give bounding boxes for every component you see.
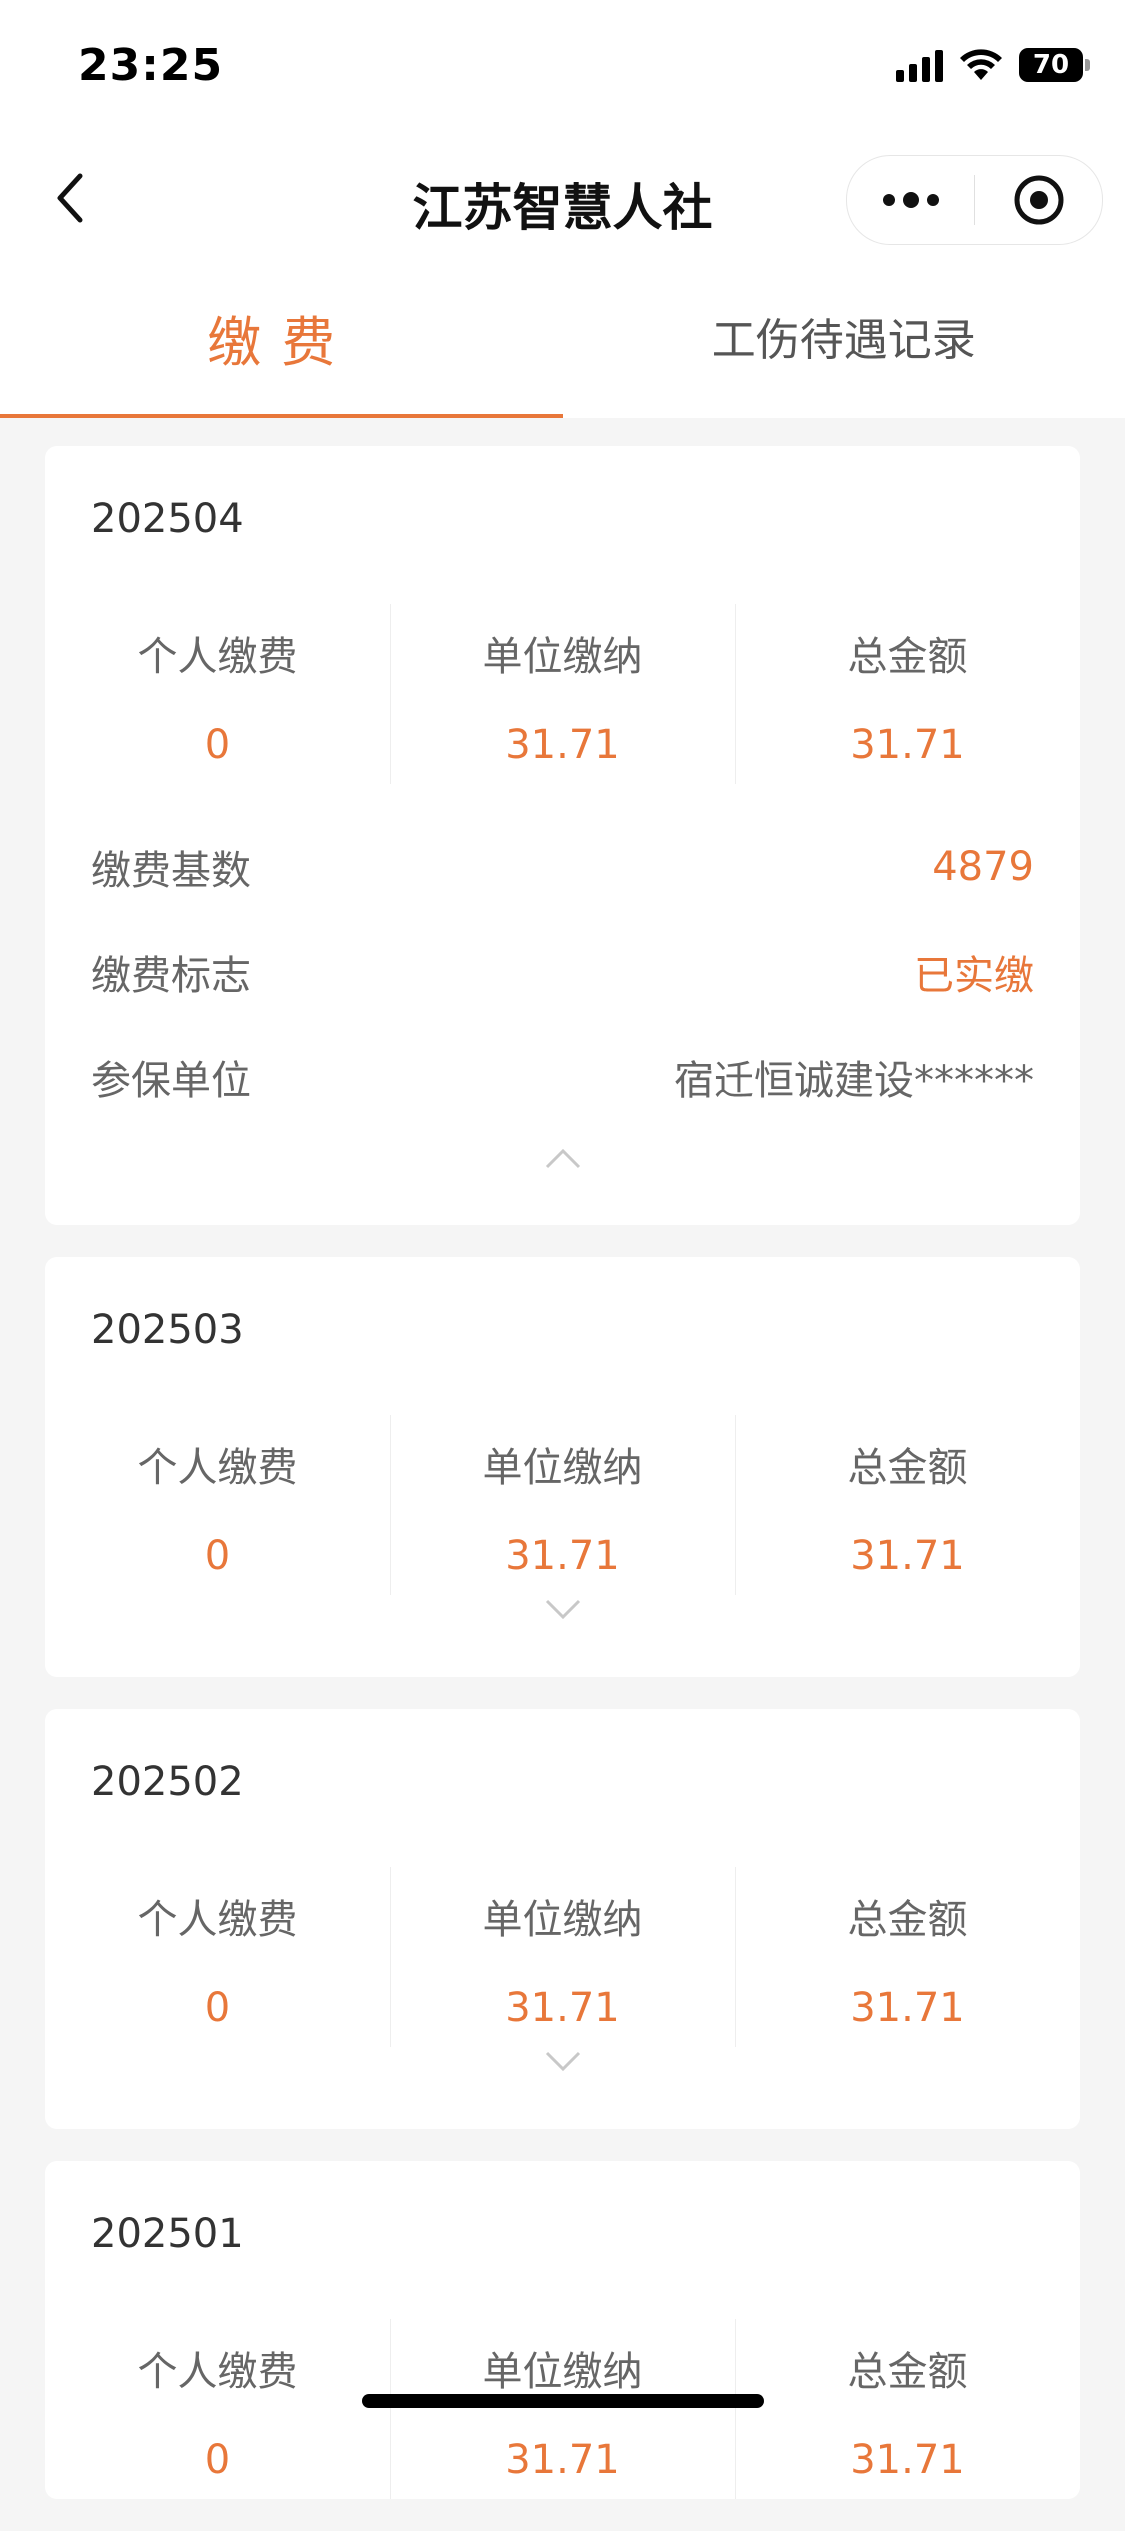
payment-record-list: 202504 个人缴费 0 单位缴纳 31.71 总金额 31.71 缴费基数 … xyxy=(0,446,1125,2531)
battery-icon: 70 xyxy=(1019,48,1083,82)
target-circle-icon xyxy=(1012,173,1066,227)
wifi-icon xyxy=(959,48,1003,82)
stat-value: 0 xyxy=(45,1533,390,1579)
payment-record-card: 202502 个人缴费 0 单位缴纳 31.71 总金额 31.71 xyxy=(45,1709,1080,2129)
home-indicator xyxy=(362,2394,764,2408)
detail-label: 参保单位 xyxy=(91,1048,251,1106)
battery-level: 70 xyxy=(1033,50,1069,80)
stat-label: 单位缴纳 xyxy=(390,1867,735,1945)
stat-label: 总金额 xyxy=(735,1415,1080,1493)
stat-label: 个人缴费 xyxy=(45,1867,390,1945)
record-period: 202503 xyxy=(45,1257,1080,1367)
stat-total: 总金额 31.71 xyxy=(735,2319,1080,2499)
stat-value: 31.71 xyxy=(390,1985,735,2031)
stat-value: 0 xyxy=(45,2437,390,2483)
stat-value: 31.71 xyxy=(390,1533,735,1579)
stat-value: 31.71 xyxy=(735,1533,1080,1579)
stat-value: 31.71 xyxy=(390,2437,735,2483)
stat-label: 总金额 xyxy=(735,2319,1080,2397)
stat-value: 0 xyxy=(45,722,390,768)
record-period: 202504 xyxy=(45,446,1080,556)
stat-label: 总金额 xyxy=(735,1867,1080,1945)
more-button[interactable] xyxy=(847,156,974,244)
tab-payment[interactable]: 缴费 xyxy=(0,270,563,418)
detail-label: 缴费基数 xyxy=(91,838,251,896)
detail-label: 缴费标志 xyxy=(91,943,251,1001)
status-bar: 23:25 70 xyxy=(0,0,1125,130)
stat-label: 个人缴费 xyxy=(45,604,390,682)
record-stats: 个人缴费 0 单位缴纳 31.71 总金额 31.71 xyxy=(45,1867,1080,2047)
record-period: 202501 xyxy=(45,2161,1080,2271)
stat-company: 单位缴纳 31.71 xyxy=(390,1867,735,2047)
payment-record-card: 202503 个人缴费 0 单位缴纳 31.71 总金额 31.71 xyxy=(45,1257,1080,1677)
detail-row-employer: 参保单位 宿迁恒诚建设****** xyxy=(91,1024,1034,1129)
payment-record-card: 202504 个人缴费 0 单位缴纳 31.71 总金额 31.71 缴费基数 … xyxy=(45,446,1080,1225)
close-mini-program-button[interactable] xyxy=(975,156,1102,244)
record-stats: 个人缴费 0 单位缴纳 31.71 总金额 31.71 xyxy=(45,1415,1080,1595)
record-stats: 个人缴费 0 单位缴纳 31.71 总金额 31.71 xyxy=(45,2319,1080,2499)
stat-label: 单位缴纳 xyxy=(390,1415,735,1493)
stat-value: 31.71 xyxy=(735,2437,1080,2483)
tab-injury-records[interactable]: 工伤待遇记录 xyxy=(563,270,1125,418)
chevron-down-icon xyxy=(545,2051,581,2073)
more-dots-icon xyxy=(881,190,941,210)
chevron-up-icon xyxy=(545,1147,581,1169)
stat-label: 单位缴纳 xyxy=(390,2319,735,2397)
record-details: 缴费基数 4879 缴费标志 已实缴 参保单位 宿迁恒诚建设****** xyxy=(45,784,1080,1129)
stat-personal: 个人缴费 0 xyxy=(45,604,390,784)
stat-company: 单位缴纳 31.71 xyxy=(390,604,735,784)
stat-total: 总金额 31.71 xyxy=(735,1867,1080,2047)
detail-value: 宿迁恒诚建设****** xyxy=(674,1048,1034,1106)
detail-value: 4879 xyxy=(932,844,1034,890)
status-icons: 70 xyxy=(896,48,1083,82)
stat-label: 个人缴费 xyxy=(45,2319,390,2397)
chevron-down-icon xyxy=(545,1599,581,1621)
stat-value: 31.71 xyxy=(390,722,735,768)
mini-program-capsule xyxy=(846,155,1103,245)
nav-bar: 江苏智慧人社 xyxy=(0,130,1125,270)
stat-label: 单位缴纳 xyxy=(390,604,735,682)
stat-value: 0 xyxy=(45,1985,390,2031)
expand-toggle[interactable] xyxy=(45,2047,1080,2129)
record-stats: 个人缴费 0 单位缴纳 31.71 总金额 31.71 xyxy=(45,604,1080,784)
signal-icon xyxy=(896,48,943,82)
stat-label: 个人缴费 xyxy=(45,1415,390,1493)
tab-bar: 缴费 工伤待遇记录 xyxy=(0,270,1125,418)
status-time: 23:25 xyxy=(78,40,223,91)
payment-record-card: 202501 个人缴费 0 单位缴纳 31.71 总金额 31.71 xyxy=(45,2161,1080,2499)
detail-value: 已实缴 xyxy=(914,943,1034,1001)
stat-value: 31.71 xyxy=(735,1985,1080,2031)
stat-label: 总金额 xyxy=(735,604,1080,682)
stat-personal: 个人缴费 0 xyxy=(45,1867,390,2047)
stat-company: 单位缴纳 31.71 xyxy=(390,1415,735,1595)
collapse-toggle[interactable] xyxy=(45,1129,1080,1225)
stat-total: 总金额 31.71 xyxy=(735,604,1080,784)
detail-row-status: 缴费标志 已实缴 xyxy=(91,919,1034,1024)
stat-personal: 个人缴费 0 xyxy=(45,1415,390,1595)
record-period: 202502 xyxy=(45,1709,1080,1819)
stat-personal: 个人缴费 0 xyxy=(45,2319,390,2499)
stat-value: 31.71 xyxy=(735,722,1080,768)
stat-company: 单位缴纳 31.71 xyxy=(390,2319,735,2499)
expand-toggle[interactable] xyxy=(45,1595,1080,1677)
stat-total: 总金额 31.71 xyxy=(735,1415,1080,1595)
detail-row-base: 缴费基数 4879 xyxy=(91,814,1034,919)
